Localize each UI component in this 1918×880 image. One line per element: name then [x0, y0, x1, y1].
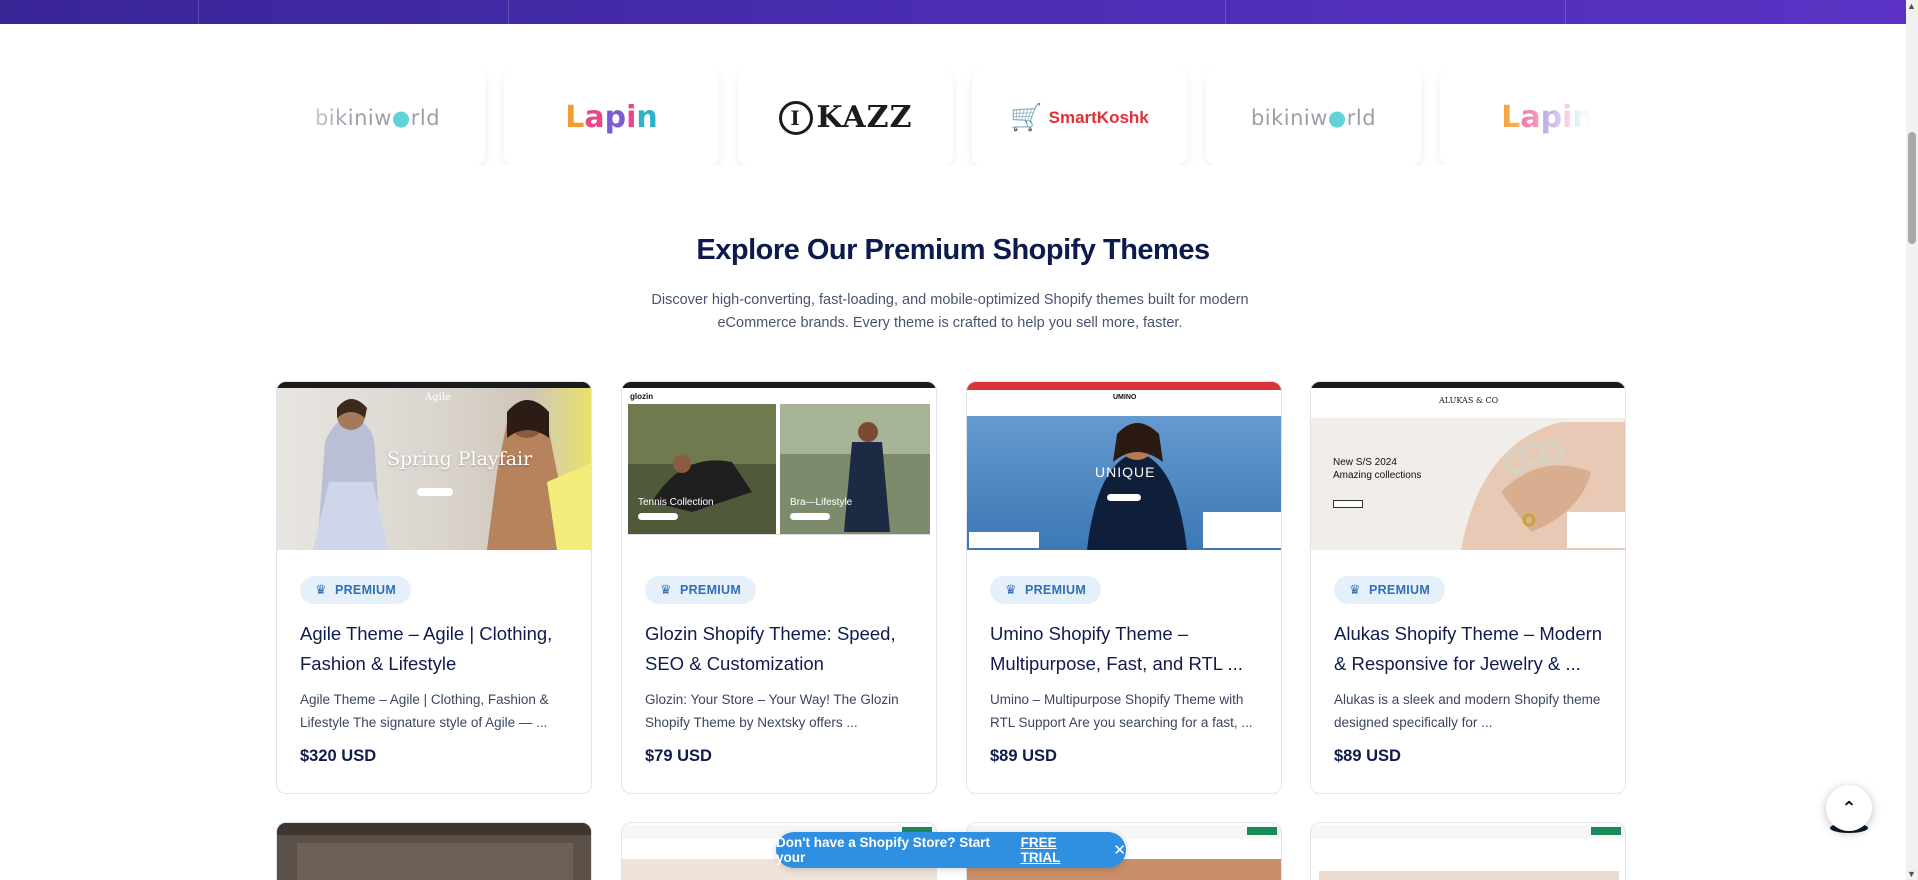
brand-logo-card[interactable]: I KAZZ: [738, 70, 953, 165]
theme-title[interactable]: Agile Theme – Agile | Clothing, Fashion …: [300, 619, 576, 679]
brand-logo-card[interactable]: Lapin: [504, 70, 719, 165]
close-icon[interactable]: ✕: [1113, 841, 1126, 859]
section-title: Explore Our Premium Shopify Themes: [696, 234, 1210, 266]
theme-preview-image[interactable]: ALUKAS & CO New S/S 2024 Amazing collect…: [1311, 382, 1625, 550]
free-trial-link[interactable]: FREE TRIAL: [1021, 835, 1098, 865]
section-subtitle: Discover high-converting, fast-loading, …: [651, 292, 1249, 331]
scroll-up-icon[interactable]: ▲: [1907, 1, 1916, 11]
premium-badge: ♛ PREMIUM: [990, 576, 1102, 604]
theme-description: Umino – Multipurpose Shopify Theme with …: [990, 692, 1253, 730]
top-banner-band: [0, 0, 1906, 24]
theme-price: $89 USD: [990, 747, 1057, 765]
preview-cta: [417, 488, 453, 496]
theme-card-row2[interactable]: [276, 822, 592, 880]
brand-logo-lapin: Lapin: [565, 100, 658, 135]
preview-heading: UNIQUE: [1095, 464, 1156, 480]
scroll-down-icon[interactable]: ▼: [1907, 869, 1916, 879]
preview-heading: Spring Playfair: [387, 448, 533, 470]
preview-brand: ALUKAS & CO: [1439, 396, 1499, 405]
theme-card-alukas[interactable]: ALUKAS & CO New S/S 2024 Amazing collect…: [1310, 381, 1626, 794]
theme-title[interactable]: Glozin Shopify Theme: Speed, SEO & Custo…: [645, 619, 921, 679]
back-to-top-button[interactable]: ⌃: [1826, 785, 1872, 833]
brand-logo-card[interactable]: 🛒 SmartKoshk: [972, 70, 1187, 165]
theme-preview-image[interactable]: glozin Tennis Collection Bra—Lifestyle: [622, 382, 936, 550]
theme-preview-image[interactable]: Spring Playfair Agile: [277, 382, 591, 550]
theme-price: $79 USD: [645, 747, 712, 765]
theme-title[interactable]: Umino Shopify Theme – Multipurpose, Fast…: [990, 619, 1266, 679]
crown-icon: ♛: [1349, 582, 1361, 597]
brand-logo-smartkoshk: 🛒 SmartKoshk: [1010, 102, 1149, 132]
free-trial-banner[interactable]: Don't have a Shopify Store? Start your F…: [776, 832, 1126, 868]
theme-card-glozin[interactable]: glozin Tennis Collection Bra—Lifestyle ♛…: [621, 381, 937, 794]
crown-icon: ♛: [1005, 582, 1017, 597]
page-scrollbar[interactable]: ▲ ▼: [1906, 0, 1918, 880]
premium-badge: ♛ PREMIUM: [1334, 576, 1446, 604]
theme-card-row2[interactable]: [1310, 822, 1626, 880]
chevron-up-icon: ⌃: [1841, 797, 1857, 818]
preview-right-label: Bra—Lifestyle: [790, 497, 853, 508]
theme-description: Agile Theme – Agile | Clothing, Fashion …: [300, 692, 549, 730]
brand-logo-ikazz: I KAZZ: [778, 100, 913, 135]
scrollbar-thumb[interactable]: [1908, 132, 1916, 244]
premium-badge: ♛ PREMIUM: [645, 576, 757, 604]
brand-logo-bikiniworld: bikiniw●rld: [1250, 105, 1377, 130]
theme-card-umino[interactable]: UMINO UNIQUE ♛ PREMIUM Umino Shopify Them…: [966, 381, 1282, 794]
theme-description: Alukas is a sleek and modern Shopify the…: [1334, 692, 1601, 730]
theme-preview-image[interactable]: UMINO UNIQUE: [967, 382, 1281, 550]
theme-card-agile[interactable]: Spring Playfair Agile ♛ PREMIUM Agile The…: [276, 381, 592, 794]
crown-icon: ♛: [315, 582, 327, 597]
preview-brand: UMINO: [1113, 394, 1137, 401]
trial-banner-text: Don't have a Shopify Store? Start your: [776, 835, 990, 865]
brand-logo-card[interactable]: bikiniw●rld: [1206, 70, 1421, 165]
preview-heading: New S/S 2024 Amazing collections: [1333, 457, 1422, 481]
crown-icon: ♛: [660, 582, 672, 597]
preview-brand: Agile: [425, 392, 451, 403]
theme-price: $320 USD: [300, 747, 377, 765]
theme-price: $89 USD: [1334, 747, 1401, 765]
theme-description: Glozin: Your Store – Your Way! The Glozi…: [645, 692, 899, 730]
preview-left-label: Tennis Collection: [638, 497, 714, 508]
preview-brand: glozin: [630, 392, 654, 401]
premium-badge: ♛ PREMIUM: [300, 576, 412, 604]
brand-logo-carousel: bikiniw●rld Lapin I KAZZ 🛒 SmartKoshk biki…: [270, 70, 1615, 165]
theme-title[interactable]: Alukas Shopify Theme – Modern & Responsi…: [1334, 619, 1610, 679]
